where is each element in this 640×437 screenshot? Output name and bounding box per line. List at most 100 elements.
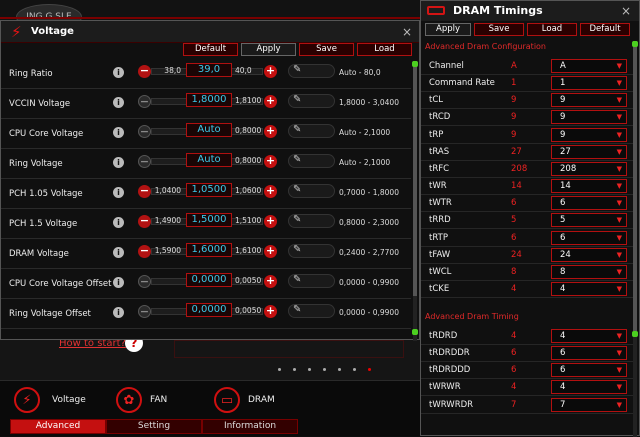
increase-button[interactable]: + bbox=[264, 305, 277, 318]
manual-entry-field[interactable]: ✎ bbox=[288, 244, 335, 258]
timing-select[interactable]: 24 ▼ bbox=[551, 247, 627, 262]
current-value-field[interactable]: 1,0500 bbox=[186, 183, 232, 197]
apply-button[interactable]: Apply bbox=[425, 23, 471, 36]
scroll-thumb[interactable] bbox=[633, 41, 637, 331]
info-icon[interactable]: i bbox=[113, 307, 124, 318]
manual-entry-field[interactable]: ✎ bbox=[288, 304, 335, 318]
apply-button[interactable]: Apply bbox=[241, 43, 296, 56]
decrease-button[interactable]: − bbox=[138, 185, 151, 198]
tab-information[interactable]: Information bbox=[202, 419, 298, 434]
manual-entry-field[interactable]: ✎ bbox=[288, 154, 335, 168]
dram-timing-row: tCKE 4 4 ▼ bbox=[421, 281, 633, 298]
dram-scrollbar[interactable] bbox=[632, 41, 638, 437]
increase-button[interactable]: + bbox=[264, 275, 277, 288]
chevron-down-icon: ▼ bbox=[616, 366, 622, 375]
decrease-button[interactable]: − bbox=[138, 125, 151, 138]
manual-entry-field[interactable]: ✎ bbox=[288, 184, 335, 198]
increase-button[interactable]: + bbox=[264, 215, 277, 228]
manual-entry-field[interactable]: ✎ bbox=[288, 64, 335, 78]
increase-button[interactable]: + bbox=[264, 185, 277, 198]
tab-advanced[interactable]: Advanced bbox=[10, 419, 106, 434]
timing-select[interactable]: 4 ▼ bbox=[551, 380, 627, 395]
page-dot[interactable] bbox=[293, 368, 296, 371]
save-button[interactable]: Save bbox=[299, 43, 354, 56]
timing-select[interactable]: 4 ▼ bbox=[551, 329, 627, 343]
save-button[interactable]: Save bbox=[474, 23, 524, 36]
page-dot[interactable] bbox=[338, 368, 341, 371]
page-dot[interactable] bbox=[353, 368, 356, 371]
increase-button[interactable]: + bbox=[264, 245, 277, 258]
timing-select[interactable]: 5 ▼ bbox=[551, 213, 627, 228]
timing-select[interactable]: 6 ▼ bbox=[551, 346, 627, 361]
info-icon[interactable]: i bbox=[113, 277, 124, 288]
default-button[interactable]: Default bbox=[183, 43, 238, 56]
load-button[interactable]: Load bbox=[527, 23, 577, 36]
default-button[interactable]: Default bbox=[580, 23, 630, 36]
timing-current-value: 4 bbox=[511, 382, 517, 393]
info-icon[interactable]: i bbox=[113, 127, 124, 138]
scroll-thumb[interactable] bbox=[413, 61, 417, 296]
decrease-button[interactable]: − bbox=[138, 95, 151, 108]
decrease-button[interactable]: − bbox=[138, 245, 151, 258]
timing-select[interactable]: 14 ▼ bbox=[551, 179, 627, 194]
current-value-field[interactable]: Auto bbox=[186, 123, 232, 137]
current-value-field[interactable]: 1,5000 bbox=[186, 213, 232, 227]
info-icon[interactable]: i bbox=[113, 97, 124, 108]
page-dot[interactable] bbox=[323, 368, 326, 371]
page-dot[interactable] bbox=[278, 368, 281, 371]
info-icon[interactable]: i bbox=[113, 187, 124, 198]
dock-dram[interactable]: ▭ DRAM bbox=[214, 387, 275, 413]
timing-select[interactable]: 208 ▼ bbox=[551, 161, 627, 176]
dock-voltage[interactable]: ⚡ Voltage bbox=[14, 387, 86, 413]
current-value-field[interactable]: 39,0 bbox=[186, 63, 232, 77]
dram-timing-row: tRDRDDR 6 6 ▼ bbox=[421, 345, 633, 363]
timing-select[interactable]: 6 ▼ bbox=[551, 363, 627, 378]
manual-entry-field[interactable]: ✎ bbox=[288, 124, 335, 138]
current-value-field[interactable]: Auto bbox=[186, 153, 232, 167]
load-button[interactable]: Load bbox=[357, 43, 412, 56]
timing-select[interactable]: 9 ▼ bbox=[551, 93, 627, 108]
info-icon[interactable]: i bbox=[113, 157, 124, 168]
decrease-button[interactable]: − bbox=[138, 65, 151, 78]
manual-entry-field[interactable]: ✎ bbox=[288, 214, 335, 228]
dock-fan[interactable]: ✿ FAN bbox=[116, 387, 167, 413]
upper-step-value: 0,0050 bbox=[235, 306, 262, 315]
timing-select[interactable]: 6 ▼ bbox=[551, 230, 627, 245]
manual-entry-field[interactable]: ✎ bbox=[288, 274, 335, 288]
timing-select[interactable]: 1 ▼ bbox=[551, 76, 627, 91]
manual-entry-field[interactable]: ✎ bbox=[288, 94, 335, 108]
increase-button[interactable]: + bbox=[264, 155, 277, 168]
timing-select[interactable]: 6 ▼ bbox=[551, 196, 627, 211]
tab-setting[interactable]: Setting bbox=[106, 419, 202, 434]
timing-select[interactable]: 4 ▼ bbox=[551, 281, 627, 296]
chevron-down-icon: ▼ bbox=[616, 267, 622, 276]
dram-timing-row: tCL 9 9 ▼ bbox=[421, 92, 633, 110]
value-range: 0,7000 - 1,8000 bbox=[339, 188, 399, 197]
current-value-field[interactable]: 0,0000 bbox=[186, 303, 232, 317]
close-icon[interactable]: × bbox=[400, 25, 414, 39]
decrease-button[interactable]: − bbox=[138, 305, 151, 318]
page-dot[interactable] bbox=[368, 368, 371, 371]
info-icon[interactable]: i bbox=[113, 247, 124, 258]
timing-select[interactable]: 9 ▼ bbox=[551, 127, 627, 142]
page-dot[interactable] bbox=[308, 368, 311, 371]
current-value-field[interactable]: 1,8000 bbox=[186, 93, 232, 107]
decrease-button[interactable]: − bbox=[138, 275, 151, 288]
timing-select[interactable]: 7 ▼ bbox=[551, 397, 627, 412]
increase-button[interactable]: + bbox=[264, 125, 277, 138]
timing-current-value: 8 bbox=[511, 266, 517, 277]
decrease-button[interactable]: − bbox=[138, 215, 151, 228]
decrease-button[interactable]: − bbox=[138, 155, 151, 168]
current-value-field[interactable]: 0,0000 bbox=[186, 273, 232, 287]
increase-button[interactable]: + bbox=[264, 65, 277, 78]
timing-select[interactable]: 9 ▼ bbox=[551, 110, 627, 125]
voltage-scrollbar[interactable] bbox=[412, 61, 418, 341]
close-icon[interactable]: × bbox=[619, 4, 633, 18]
timing-select[interactable]: 8 ▼ bbox=[551, 264, 627, 279]
info-icon[interactable]: i bbox=[113, 217, 124, 228]
info-icon[interactable]: i bbox=[113, 67, 124, 78]
current-value-field[interactable]: 1,6000 bbox=[186, 243, 232, 257]
timing-select[interactable]: A ▼ bbox=[551, 59, 627, 73]
increase-button[interactable]: + bbox=[264, 95, 277, 108]
timing-select[interactable]: 27 ▼ bbox=[551, 144, 627, 159]
